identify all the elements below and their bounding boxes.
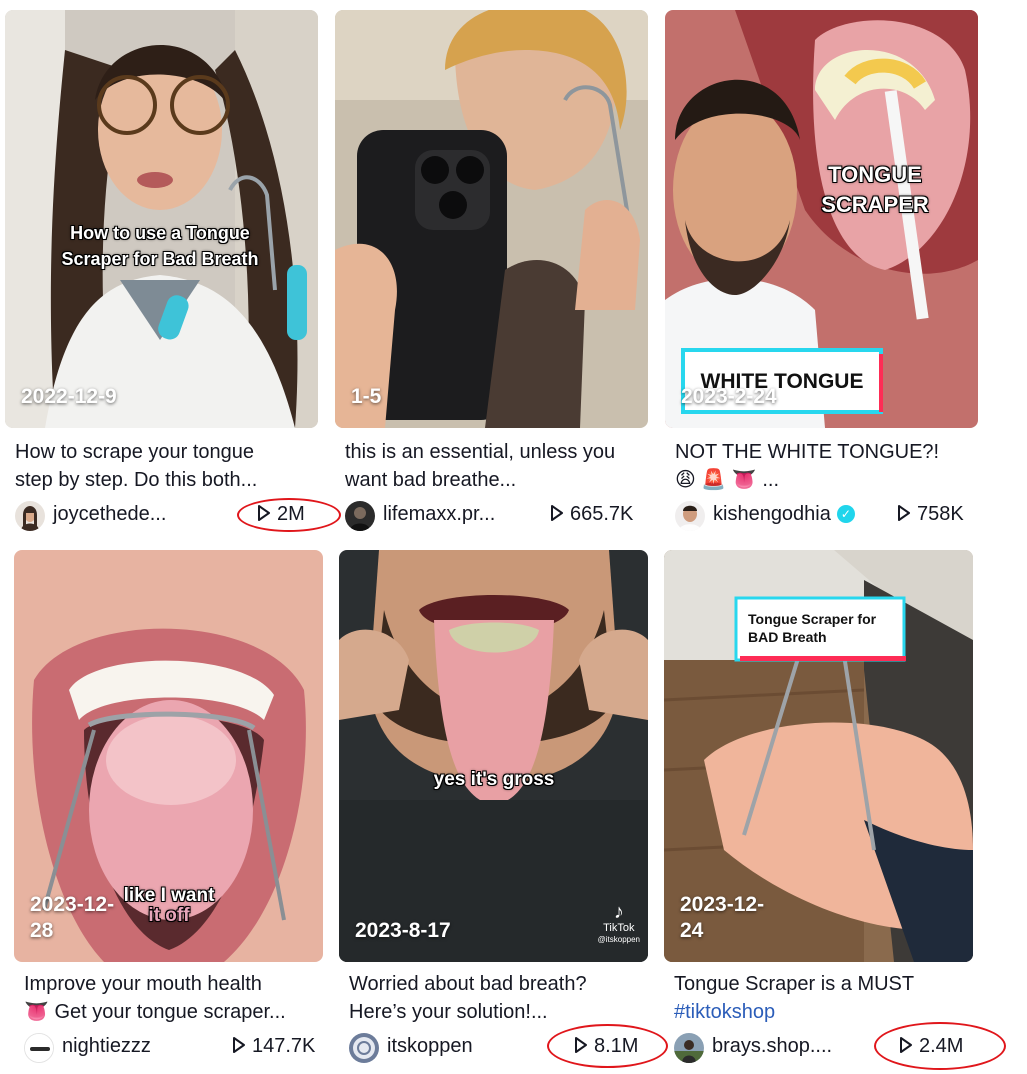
view-count: 665.7K [550, 503, 633, 526]
play-icon [233, 1037, 245, 1053]
description-line: Tongue Scraper is a MUST [674, 973, 915, 995]
video-card[interactable]: 1-5 this is an essential, unless you wan… [335, 10, 650, 535]
author-name[interactable]: nightiezzz [62, 1035, 151, 1058]
play-icon [551, 505, 563, 521]
play-icon [575, 1037, 587, 1053]
post-date: 2023-2-24 [681, 385, 777, 408]
avatar[interactable] [24, 1033, 54, 1063]
video-thumbnail[interactable]: yes it's gross ♪ TikTok @itskoppen 2023-… [339, 550, 648, 962]
video-description[interactable]: Improve your mouth health 👅 Get your ton… [24, 970, 324, 1026]
view-count: 147.7K [232, 1035, 315, 1058]
description-line: NOT THE WHITE TONGUE?! [675, 441, 940, 463]
video-meta: joycethede... 2M [15, 498, 341, 532]
video-description[interactable]: this is an essential, unless you want ba… [345, 438, 645, 494]
overlay-caption: TONGUE SCRAPER [821, 162, 929, 217]
post-date: 2022-12-9 [21, 385, 117, 408]
video-card[interactable]: yes it's gross ♪ TikTok @itskoppen 2023-… [339, 550, 668, 1070]
view-count-value: 758K [917, 503, 964, 525]
overlay-caption-line: it off [148, 905, 190, 926]
description-line: want bad breathe... [345, 469, 517, 491]
video-thumbnail-image [335, 10, 648, 428]
video-description[interactable]: Worried about bad breath? Here’s your so… [349, 970, 649, 1026]
play-icon [258, 505, 270, 521]
video-card[interactable]: How to use a Tongue Scraper for Bad Brea… [5, 10, 341, 535]
description-line: Improve your mouth health [24, 973, 262, 995]
overlay-caption: yes it's gross [433, 769, 555, 790]
view-count: 8.1M [574, 1035, 638, 1058]
video-meta: brays.shop.... 2.4M [674, 1022, 1009, 1070]
description-line: step by step. Do this both... [15, 469, 258, 491]
avatar[interactable] [674, 1033, 704, 1063]
video-thumbnail-image [5, 10, 318, 428]
description-line: 👅 Get your tongue scraper... [24, 1001, 286, 1023]
author-name[interactable]: itskoppen [387, 1035, 473, 1058]
play-icon [900, 1037, 912, 1053]
overlay-caption: Tongue Scraper for BAD Breath [748, 611, 877, 645]
view-count: 758K [897, 503, 964, 526]
video-thumbnail[interactable]: 1-5 [335, 10, 648, 428]
view-count-value: 147.7K [252, 1035, 316, 1057]
video-meta: itskoppen 8.1M [349, 1024, 668, 1068]
video-thumbnail[interactable]: like I want it off 2023-12-28 [14, 550, 323, 962]
video-card[interactable]: Tongue Scraper for BAD Breath 2023-12-24… [664, 550, 1006, 1070]
video-meta: lifemaxx.pr... 665.7K [345, 500, 650, 532]
author-name[interactable]: brays.shop.... [712, 1035, 832, 1058]
video-thumbnail-image [339, 550, 648, 962]
avatar[interactable] [15, 501, 45, 531]
video-meta: kishengodhia ✓ 758K [675, 500, 980, 532]
view-count-value: 8.1M [594, 1035, 639, 1057]
view-count-value: 2M [277, 503, 305, 525]
tiktok-logo-icon: ♪ [613, 901, 624, 923]
video-meta: nightiezzz 147.7K [24, 1032, 329, 1064]
view-count-value: 665.7K [570, 503, 634, 525]
description-line: Here’s your solution!... [349, 1001, 548, 1023]
post-date: 2023-8-17 [355, 919, 451, 942]
avatar[interactable] [349, 1033, 379, 1063]
video-card[interactable]: like I want it off 2023-12-28 Improve yo… [14, 550, 329, 1070]
description-line: 😩 🚨 👅 ... [675, 469, 779, 491]
video-description[interactable]: NOT THE WHITE TONGUE?! 😩 🚨 👅 ... [675, 438, 975, 494]
watermark-brand: TikTok [603, 922, 635, 934]
verified-check-icon: ✓ [836, 505, 855, 523]
video-card[interactable]: TONGUE SCRAPER WHITE TONGUE 2023-2-24 NO… [665, 10, 980, 535]
view-count: 2M [257, 503, 305, 526]
author-name[interactable]: kishengodhia ✓ [713, 503, 855, 526]
author-name[interactable]: lifemaxx.pr... [383, 503, 495, 526]
video-description[interactable]: Tongue Scraper is a MUST #tiktokshop [674, 970, 974, 1026]
avatar[interactable] [345, 501, 375, 531]
video-description[interactable]: How to scrape your tongue step by step. … [15, 438, 315, 494]
overlay-caption-line: like I want [123, 885, 215, 906]
tiktok-watermark: ♪ TikTok @itskoppen [598, 902, 640, 946]
author-name-text: kishengodhia [713, 503, 831, 525]
overlay-caption: How to use a Tongue Scraper for Bad Brea… [61, 223, 259, 269]
view-count-value: 2.4M [919, 1035, 964, 1057]
post-date: 2023-12-24 [680, 893, 765, 942]
video-thumbnail[interactable]: How to use a Tongue Scraper for Bad Brea… [5, 10, 318, 428]
post-date: 2023-12-28 [30, 893, 115, 942]
description-line: this is an essential, unless you [345, 441, 616, 463]
description-line: How to scrape your tongue [15, 441, 255, 463]
avatar[interactable] [675, 501, 705, 531]
play-icon [898, 505, 910, 521]
watermark-user: @itskoppen [597, 935, 640, 944]
description-line: Worried about bad breath? [349, 973, 587, 995]
video-thumbnail[interactable]: Tongue Scraper for BAD Breath 2023-12-24 [664, 550, 973, 962]
view-count: 2.4M [899, 1035, 963, 1058]
overlay-caption: like I want it off [109, 886, 229, 926]
video-thumbnail[interactable]: TONGUE SCRAPER WHITE TONGUE 2023-2-24 [665, 10, 978, 428]
post-date: 1-5 [351, 385, 382, 408]
author-name[interactable]: joycethede... [53, 503, 166, 526]
hashtag-link[interactable]: #tiktokshop [674, 998, 974, 1026]
